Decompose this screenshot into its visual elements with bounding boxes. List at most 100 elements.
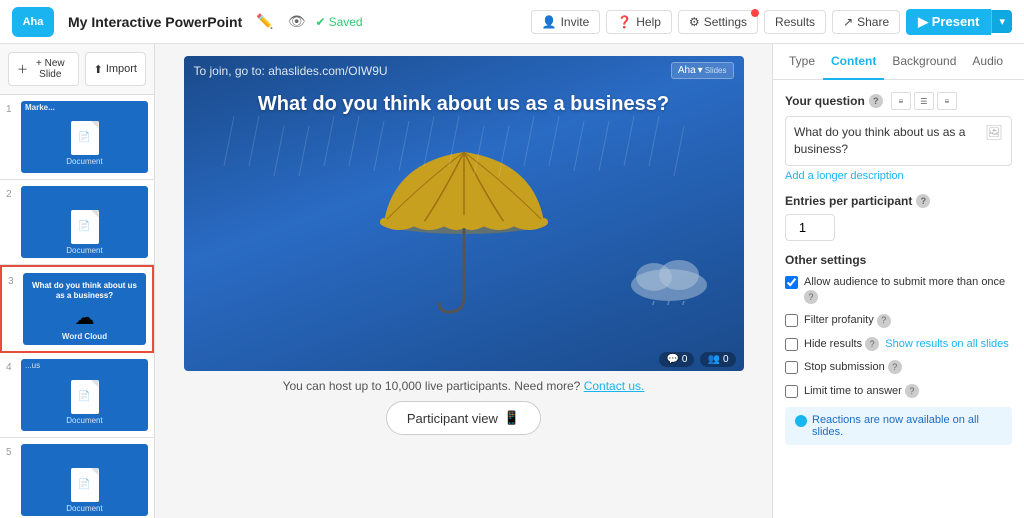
- settings-button[interactable]: ⚙ Settings: [678, 10, 758, 34]
- hide-results-help-icon[interactable]: ?: [865, 337, 879, 351]
- present-dropdown-button[interactable]: ▾: [991, 10, 1012, 33]
- entries-input[interactable]: [785, 214, 835, 241]
- results-button[interactable]: Results: [764, 10, 826, 34]
- slide-thumb-2: 📄 Document: [21, 186, 148, 258]
- your-question-label: Your question ? ≡ ☰ ≡: [785, 92, 1012, 110]
- hide-results-checkbox[interactable]: [785, 338, 798, 351]
- show-results-link[interactable]: Show results on all slides: [885, 338, 1009, 350]
- align-center-button[interactable]: ☰: [914, 92, 934, 110]
- filter-profanity-label: Filter profanity ?: [804, 313, 891, 328]
- limit-time-checkbox[interactable]: [785, 385, 798, 398]
- participant-view-button[interactable]: Participant view 📱: [386, 401, 541, 435]
- stop-submission-help-icon[interactable]: ?: [888, 360, 902, 374]
- join-url: To join, go to: ahaslides.com/OIW9U: [194, 64, 388, 78]
- content-area: To join, go to: ahaslides.com/OIW9U Aha …: [155, 44, 772, 518]
- preview-button[interactable]: 👁: [284, 11, 310, 32]
- saved-indicator: ✔ Saved: [316, 15, 363, 29]
- slide-item-3[interactable]: 3 What do you think about us as a busine…: [0, 265, 154, 353]
- slide-item-2[interactable]: 2 📄 Document: [0, 180, 154, 265]
- add-description-link[interactable]: Add a longer description: [785, 170, 1012, 182]
- slide-thumb-3: What do you think about us as a business…: [23, 273, 146, 345]
- question-help-icon[interactable]: ?: [869, 94, 883, 108]
- stop-submission-checkbox[interactable]: [785, 361, 798, 374]
- slide-preview: To join, go to: ahaslides.com/OIW9U Aha …: [184, 56, 744, 371]
- entries-help-icon[interactable]: ?: [916, 194, 930, 208]
- hide-results-label: Hide results ? Show results on all slide…: [804, 337, 1009, 352]
- response-icon: 💬: [666, 354, 678, 365]
- panel-body: Your question ? ≡ ☰ ≡ What do you think …: [773, 80, 1024, 518]
- tab-content[interactable]: Content: [823, 44, 884, 80]
- participants-counter: 👥 0: [700, 352, 735, 367]
- panel-tabs: Type Content Background Audio: [773, 44, 1024, 80]
- import-button[interactable]: ⬆ Import: [85, 52, 146, 86]
- settings-badge-dot: [751, 9, 759, 17]
- slide-thumb-1: Marke... 📄 Document: [21, 101, 148, 173]
- settings-icon: ⚙: [689, 15, 700, 29]
- checkbox-filter-profanity: Filter profanity ?: [785, 313, 1012, 328]
- checkbox-stop-submission: Stop submission ?: [785, 360, 1012, 375]
- share-icon: ↗: [843, 15, 853, 29]
- plus-icon: ＋: [17, 61, 28, 77]
- aha-watermark: Aha ▾ Slides: [671, 62, 734, 79]
- help-icon: ❓: [617, 15, 632, 29]
- slide-item-5[interactable]: 5 📄 Document: [0, 438, 154, 518]
- info-banner: Reactions are now available on all slide…: [785, 407, 1012, 445]
- stop-submission-label: Stop submission ?: [804, 360, 902, 375]
- tab-audio[interactable]: Audio: [964, 44, 1011, 80]
- slide-item-4[interactable]: 4 ...us 📄 Document: [0, 353, 154, 438]
- filter-profanity-checkbox[interactable]: [785, 314, 798, 327]
- align-icons: ≡ ☰ ≡: [891, 92, 957, 110]
- invite-icon: 👤: [542, 15, 557, 29]
- app-title: My Interactive PowerPoint: [68, 14, 242, 30]
- help-button[interactable]: ❓ Help: [606, 10, 672, 34]
- edit-title-button[interactable]: ✏️: [252, 11, 277, 32]
- sidebar-toolbar: ＋ + New Slide ⬆ Import: [0, 44, 154, 95]
- slide-item-1[interactable]: 1 Marke... 📄 Document: [0, 95, 154, 180]
- present-button-group: ▶ Present ▾: [906, 9, 1012, 35]
- align-right-button[interactable]: ≡: [937, 92, 957, 110]
- mobile-icon: 📱: [504, 410, 520, 426]
- question-input[interactable]: What do you think about us as a business…: [785, 116, 1012, 166]
- image-upload-icon[interactable]: 🖼: [985, 124, 1003, 141]
- tab-background[interactable]: Background: [884, 44, 964, 80]
- logo: Aha: [12, 7, 54, 37]
- share-button[interactable]: ↗ Share: [832, 10, 900, 34]
- logo-area: Aha: [12, 7, 54, 37]
- limit-time-label: Limit time to answer ?: [804, 384, 919, 399]
- invite-button[interactable]: 👤 Invite: [531, 10, 601, 34]
- limit-time-help-icon[interactable]: ?: [905, 384, 919, 398]
- aha-logo-small: Aha: [678, 65, 696, 76]
- right-panel: Type Content Background Audio Your quest…: [772, 44, 1024, 518]
- umbrella-illustration: [184, 116, 744, 348]
- entries-label: Entries per participant ?: [785, 194, 1012, 208]
- responses-counter: 💬 0: [659, 352, 694, 367]
- main-layout: ＋ + New Slide ⬆ Import 1 Marke... 📄 Docu…: [0, 44, 1024, 518]
- slide-question: What do you think about us as a business…: [228, 93, 699, 116]
- allow-multiple-label: Allow audience to submit more than once …: [804, 275, 1012, 306]
- header-icons: ✏️ 👁 ✔ Saved: [252, 11, 362, 32]
- umbrella-svg: [364, 142, 564, 322]
- allow-multiple-checkbox[interactable]: [785, 276, 798, 289]
- checkbox-limit-time: Limit time to answer ?: [785, 384, 1012, 399]
- cloud-decoration: [624, 255, 714, 308]
- host-note: You can host up to 10,000 live participa…: [283, 379, 645, 393]
- present-main-button[interactable]: ▶ Present: [906, 9, 991, 35]
- align-left-button[interactable]: ≡: [891, 92, 911, 110]
- header: Aha My Interactive PowerPoint ✏️ 👁 ✔ Sav…: [0, 0, 1024, 44]
- participants-icon: 👥: [707, 354, 719, 365]
- tab-type[interactable]: Type: [781, 44, 823, 80]
- slide-top-bar: To join, go to: ahaslides.com/OIW9U Aha …: [184, 56, 744, 85]
- profanity-help-icon[interactable]: ?: [877, 314, 891, 328]
- cloud-svg: [624, 255, 714, 305]
- other-settings-label: Other settings: [785, 253, 1012, 267]
- contact-us-link[interactable]: Contact us.: [584, 379, 645, 393]
- allow-multiple-help-icon[interactable]: ?: [804, 290, 818, 304]
- new-slide-button[interactable]: ＋ + New Slide: [8, 52, 79, 86]
- upload-icon: ⬆: [94, 63, 103, 76]
- slide-thumb-5: 📄 Document: [21, 444, 148, 516]
- checkbox-allow-multiple: Allow audience to submit more than once …: [785, 275, 1012, 306]
- sidebar: ＋ + New Slide ⬆ Import 1 Marke... 📄 Docu…: [0, 44, 155, 518]
- slide-bottom-bar: 💬 0 👥 0: [184, 348, 744, 371]
- slide-preview-container: To join, go to: ahaslides.com/OIW9U Aha …: [184, 56, 744, 371]
- info-dot-icon: [795, 415, 807, 427]
